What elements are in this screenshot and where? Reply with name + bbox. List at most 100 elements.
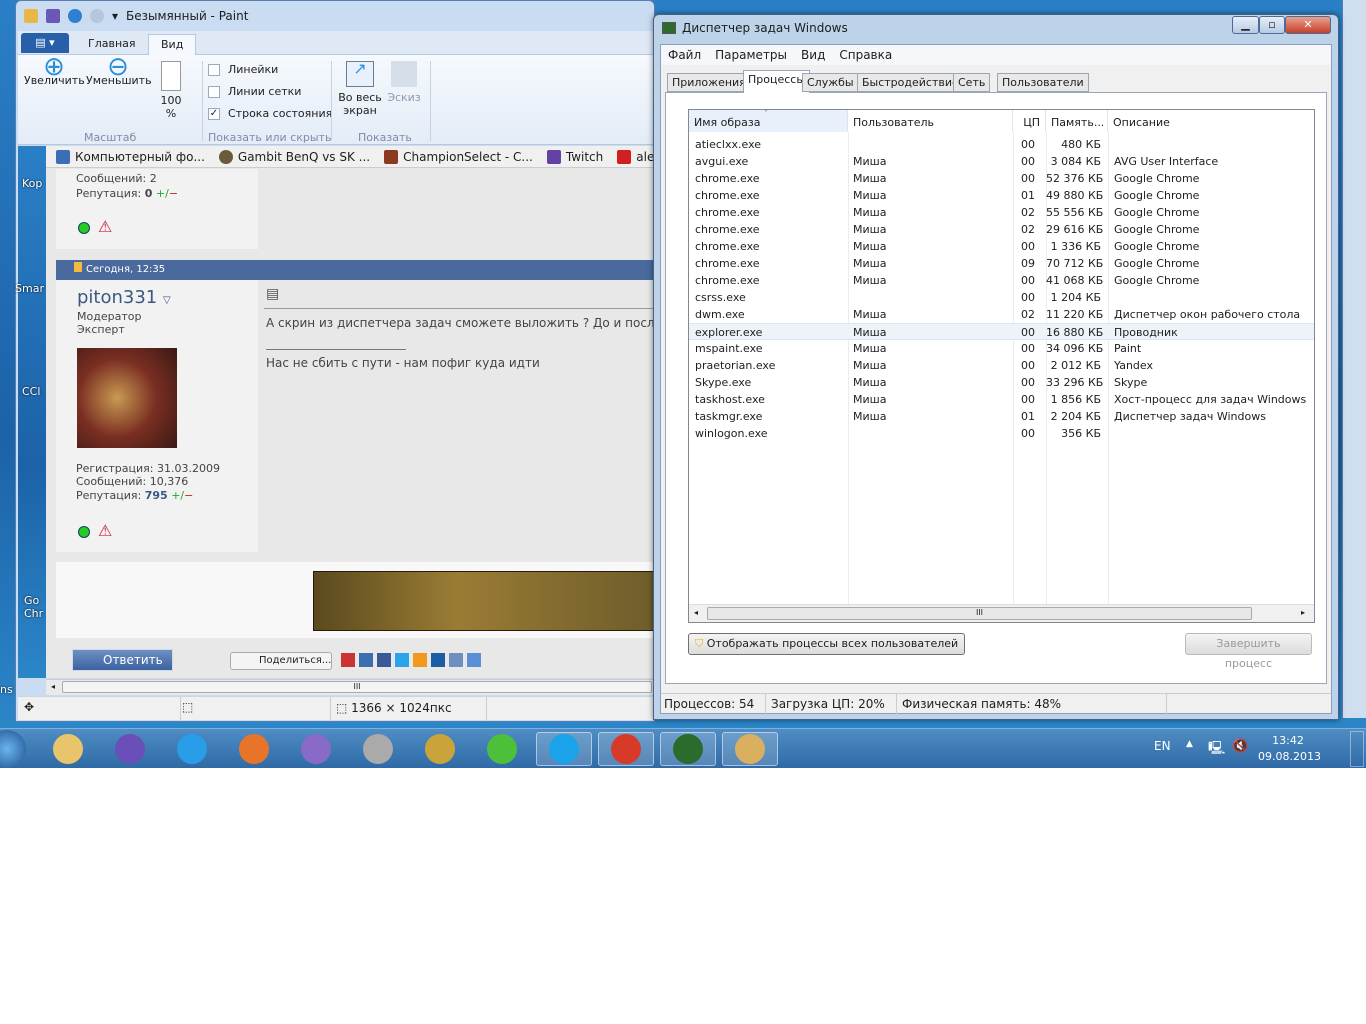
social-icon[interactable] <box>341 653 355 667</box>
odnoklassniki-icon[interactable] <box>413 653 427 667</box>
reputation-vote-icon[interactable]: +/− <box>171 489 193 502</box>
process-row[interactable]: Skype.exe Миша 00 33 296 КБ Skype <box>689 374 1314 391</box>
column-header-cpu[interactable]: ЦП <box>1013 110 1046 132</box>
bookmark[interactable]: Компьютерный фо... <box>56 149 205 164</box>
show-desktop-button[interactable] <box>1350 731 1364 767</box>
show-all-processes-button[interactable]: ⛉ Отображать процессы всех пользователей <box>688 633 966 655</box>
tab-2[interactable]: Службы <box>802 73 859 92</box>
process-row[interactable]: chrome.exe Миша 09 70 712 КБ Google Chrome <box>689 255 1314 272</box>
taskbar-chrome[interactable] <box>598 732 654 766</box>
gridlines-checkbox[interactable]: Линии сетки <box>208 85 301 98</box>
taskbar-explorer[interactable] <box>40 732 96 766</box>
taskbar-icq[interactable] <box>474 732 530 766</box>
tab-5[interactable]: Пользователи <box>997 73 1089 92</box>
facebook-icon[interactable] <box>377 653 391 667</box>
desktop-icon[interactable]: Smar <box>15 282 44 295</box>
reply-button[interactable]: Ответить <box>72 649 173 671</box>
bookmark[interactable]: Gambit BenQ vs SK ... <box>218 149 370 164</box>
volume-muted-icon[interactable]: 🔇 <box>1232 739 1248 754</box>
process-row[interactable]: taskmgr.exe Миша 01 2 204 КБ Диспетчер задач… <box>689 408 1314 425</box>
menu-help[interactable]: Справка <box>839 48 892 62</box>
taskbar-firefox[interactable] <box>226 732 282 766</box>
clock[interactable]: 13:42 09.08.2013 <box>1258 733 1321 765</box>
show-hidden-icons[interactable]: ▲ <box>1186 739 1193 749</box>
statusbar-checkbox[interactable]: ✓ Строка состояния <box>208 107 332 120</box>
rulers-checkbox[interactable]: Линейки <box>208 63 278 76</box>
scrollbar-thumb[interactable]: III <box>707 607 1252 620</box>
zoom-100-button[interactable]: 100 % <box>156 61 186 120</box>
end-process-button[interactable]: Завершить процесс <box>1185 633 1312 670</box>
zoom-out-button[interactable]: ⊖ Уменьшить <box>86 54 152 87</box>
menu-options[interactable]: Параметры <box>715 48 787 62</box>
redo-icon[interactable] <box>90 9 104 23</box>
livejournal-icon[interactable] <box>449 653 463 667</box>
column-header-user[interactable]: Пользователь <box>848 110 1013 132</box>
twitter-icon[interactable] <box>395 653 409 667</box>
share-button[interactable]: Поделиться... <box>230 652 332 670</box>
taskbar-internet-explorer[interactable] <box>164 732 220 766</box>
desktop-icon[interactable]: ns <box>0 683 13 696</box>
maximize-button[interactable]: ▫ <box>1259 16 1285 34</box>
desktop-icon[interactable]: CCl <box>22 385 40 398</box>
tab-0[interactable]: Приложения <box>667 73 751 92</box>
social-icon[interactable] <box>467 653 481 667</box>
menu-view[interactable]: Вид <box>801 48 825 62</box>
process-list-hscroll[interactable]: ◂ III ▸ <box>689 604 1314 622</box>
taskbar-spider[interactable] <box>288 732 344 766</box>
bookmark[interactable]: alex ich zed <box>617 149 654 164</box>
process-row[interactable]: dwm.exe Миша 02 11 220 КБ Диспетчер окон раб… <box>689 306 1314 323</box>
process-row[interactable]: chrome.exe Миша 02 55 556 КБ Google Chrome <box>689 204 1314 221</box>
process-list[interactable]: ˄ Имя образа Пользователь ЦП Память... Оп… <box>688 109 1315 623</box>
scrollbar-thumb[interactable]: III <box>62 681 652 693</box>
app-menu-button[interactable]: ▤ ▾ <box>21 33 69 53</box>
column-header-description[interactable]: Описание <box>1108 110 1314 132</box>
tab-1[interactable]: Процессы <box>743 70 811 93</box>
tab-4[interactable]: Сеть <box>953 73 991 92</box>
horizontal-scrollbar[interactable]: ◂ III <box>46 679 654 695</box>
username-link[interactable]: piton331 ▽ <box>77 287 171 308</box>
report-icon[interactable]: ⚠ <box>98 217 112 236</box>
process-row[interactable]: winlogon.exe 00 356 КБ <box>689 425 1314 442</box>
process-row[interactable]: atieclxx.exe 00 480 КБ <box>689 136 1314 153</box>
taskbar-task-manager[interactable] <box>660 732 716 766</box>
vk-icon[interactable] <box>359 653 373 667</box>
customize-quick-access-icon[interactable]: ▾ <box>112 9 118 23</box>
zoom-in-button[interactable]: ⊕ Увеличить <box>24 54 85 87</box>
taskbar-league-of-legends[interactable] <box>412 732 468 766</box>
menu-file[interactable]: Файл <box>668 48 701 62</box>
process-row[interactable]: chrome.exe Миша 00 1 336 КБ Google Chrome <box>689 238 1314 255</box>
process-row[interactable]: chrome.exe Миша 00 52 376 КБ Google Chrome <box>689 170 1314 187</box>
start-button[interactable] <box>0 730 26 768</box>
tab-view[interactable]: Вид <box>148 34 197 55</box>
desktop-icon[interactable]: Go Chr <box>24 594 44 620</box>
fullscreen-button[interactable]: ↗ Во весь экран <box>338 61 382 118</box>
taskbar-skype[interactable] <box>536 732 592 766</box>
minimize-button[interactable]: ▁ <box>1232 16 1259 34</box>
process-row[interactable]: mspaint.exe Миша 00 34 096 КБ Paint <box>689 340 1314 357</box>
close-button[interactable]: ✕ <box>1285 16 1331 34</box>
column-header-image-name[interactable]: ˄ Имя образа <box>689 110 848 132</box>
taskbar-paint[interactable] <box>722 732 778 766</box>
undo-icon[interactable] <box>68 9 82 23</box>
reputation-vote-icon[interactable]: +/− <box>156 187 178 200</box>
column-header-memory[interactable]: Память... <box>1046 110 1108 132</box>
taskbar-settings[interactable] <box>350 732 406 766</box>
bookmark[interactable]: Twitch <box>546 149 603 164</box>
process-row[interactable]: chrome.exe Миша 01 49 880 КБ Google Chrome <box>689 187 1314 204</box>
process-row[interactable]: chrome.exe Миша 00 41 068 КБ Google Chrome <box>689 272 1314 289</box>
process-row[interactable]: chrome.exe Миша 02 29 616 КБ Google Chrome <box>689 221 1314 238</box>
network-icon[interactable]: 🖳 <box>1208 739 1225 761</box>
report-icon[interactable]: ⚠ <box>98 521 112 540</box>
paint-canvas[interactable]: Компьютерный фо... Gambit BenQ vs SK ...… <box>46 146 654 678</box>
process-row[interactable]: avgui.exe Миша 00 3 084 КБ AVG User Interfac… <box>689 153 1314 170</box>
process-row[interactable]: explorer.exe Миша 00 16 880 КБ Проводник <box>689 323 1314 340</box>
desktop-icon[interactable]: Kop <box>22 177 42 190</box>
tab-3[interactable]: Быстродействие <box>857 73 964 92</box>
thumbnail-button[interactable]: Эскиз <box>386 61 422 104</box>
taskbar-visual-studio[interactable] <box>102 732 158 766</box>
bookmark[interactable]: ChampionSelect - C... <box>384 149 533 164</box>
language-indicator[interactable]: EN <box>1154 739 1171 753</box>
process-row[interactable]: csrss.exe 00 1 204 КБ <box>689 289 1314 306</box>
save-icon[interactable] <box>46 9 60 23</box>
process-row[interactable]: praetorian.exe Миша 00 2 012 КБ Yandex <box>689 357 1314 374</box>
